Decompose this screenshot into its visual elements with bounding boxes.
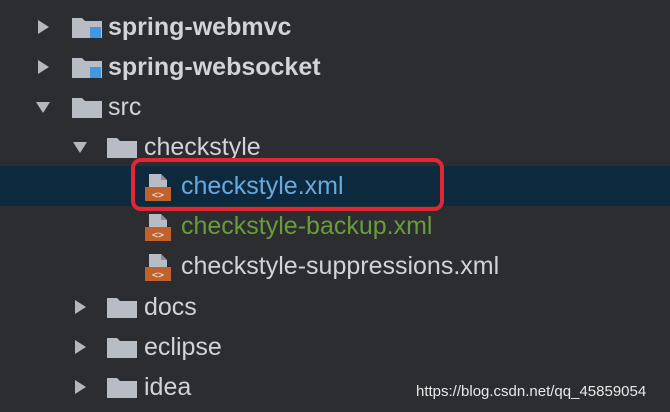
chevron-right-icon[interactable] (72, 379, 88, 395)
tree-item-label: spring-websocket (108, 53, 321, 81)
module-folder-icon (72, 58, 102, 78)
svg-text:<>: <> (152, 230, 164, 241)
tree-item-label: spring-webmvc (108, 13, 292, 41)
tree-item-label: eclipse (144, 333, 222, 361)
xml-file-icon: <> (145, 214, 171, 241)
project-tree: spring-webmvc spring-websocket src check… (0, 0, 670, 412)
tree-item-label: checkstyle-backup.xml (181, 212, 433, 240)
chevron-right-icon[interactable] (72, 299, 88, 315)
folder-icon (107, 298, 137, 318)
tree-item-src[interactable]: src (0, 87, 670, 127)
tree-item-label: checkstyle-suppressions.xml (181, 252, 500, 280)
xml-file-icon: <> (145, 254, 171, 281)
folder-icon (72, 98, 102, 118)
tree-item-checkstyle-backup-xml[interactable]: <> checkstyle-backup.xml (0, 206, 670, 246)
watermark-text: https://blog.csdn.net/qq_45859054 (416, 383, 647, 400)
tree-item-label: docs (144, 293, 197, 321)
tree-item-label: src (108, 93, 142, 121)
chevron-down-icon[interactable] (72, 139, 88, 155)
folder-icon (107, 138, 137, 158)
tree-item-docs[interactable]: docs (0, 287, 670, 327)
tree-item-spring-websocket[interactable]: spring-websocket (0, 47, 670, 87)
tree-item-checkstyle-suppressions-xml[interactable]: <> checkstyle-suppressions.xml (0, 246, 670, 286)
chevron-down-icon[interactable] (35, 99, 51, 115)
module-folder-icon (72, 18, 102, 38)
tree-item-eclipse[interactable]: eclipse (0, 327, 670, 367)
chevron-right-icon[interactable] (35, 59, 51, 75)
folder-icon (107, 338, 137, 358)
tree-item-spring-webmvc[interactable]: spring-webmvc (0, 7, 670, 47)
tree-item-label: idea (144, 373, 192, 401)
folder-icon (107, 378, 137, 398)
chevron-right-icon[interactable] (72, 339, 88, 355)
chevron-right-icon[interactable] (35, 19, 51, 35)
svg-text:<>: <> (152, 270, 164, 281)
highlight-annotation-box (131, 158, 444, 211)
tree-item-label: checkstyle (144, 133, 261, 161)
